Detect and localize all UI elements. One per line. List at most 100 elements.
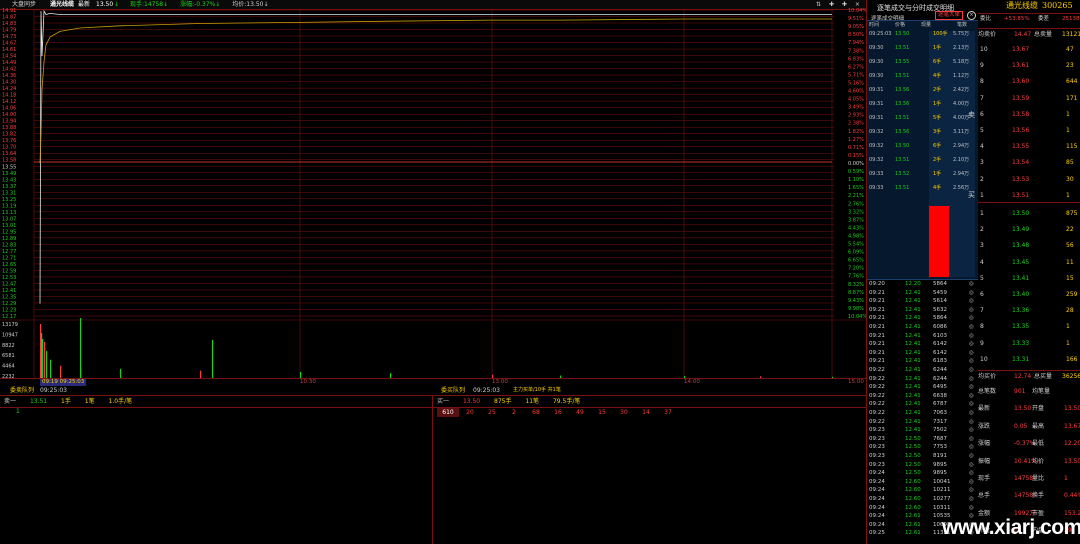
tick-rows[interactable]: 09:20 12.20 5864 ◎ 09:21 12.41 5459 ◎ 09:21 12.41… xyxy=(867,280,979,544)
tick-cell: ◎ xyxy=(969,281,974,287)
bid-level-row[interactable]: 9 13.33 1 xyxy=(978,336,1080,352)
tick-row[interactable]: 09:22 12.41 6787 ◎ xyxy=(867,400,979,408)
time-label-1400: 14:00 xyxy=(684,379,700,385)
percent-tick-label: 6.83% xyxy=(848,56,864,62)
level-cell: 644 xyxy=(1066,78,1078,86)
tick-row[interactable]: 09:22 12.41 6244 ◎ xyxy=(867,366,979,374)
tick-cell: 09:24 xyxy=(869,487,885,494)
minute-cell: 09:32 xyxy=(869,143,884,149)
tick-row[interactable]: 09:22 12.41 7317 ◎ xyxy=(867,418,979,426)
ask-level-row[interactable]: 9 13.61 23 xyxy=(978,58,1080,74)
tick-row[interactable]: 09:24 12.50 9895 ◎ xyxy=(867,469,979,477)
volume-bar xyxy=(120,368,122,378)
tick-cell: 09:22 xyxy=(869,401,885,408)
price-tick-label: 14.24 xyxy=(2,86,16,92)
ask-level-row[interactable]: 7 13.59 171 xyxy=(978,91,1080,107)
ask-level-row[interactable]: 10 13.67 47 xyxy=(978,42,1080,58)
minute-cell: 4手 xyxy=(933,73,942,79)
level-cell: 7 xyxy=(980,94,984,102)
tick-row[interactable]: 09:21 12.41 6142 ◎ xyxy=(867,340,979,348)
bid-level-row[interactable]: 1 13.50 875 xyxy=(978,206,1080,222)
big-order-badge[interactable]: 逐笔大单 xyxy=(935,11,964,20)
ask-queue-tab[interactable]: 委卖队列 xyxy=(10,386,34,395)
close-panel-icon[interactable]: × xyxy=(967,11,976,20)
bid-level-row[interactable]: 4 13.45 11 xyxy=(978,255,1080,271)
percent-tick-label: 8.87% xyxy=(848,290,864,296)
percent-tick-label: 9.43% xyxy=(848,298,864,304)
minute-cell: 2.56万 xyxy=(953,185,970,191)
ask-level-row[interactable]: 4 13.55 115 xyxy=(978,139,1080,155)
tick-row[interactable]: 09:23 12.50 9895 ◎ xyxy=(867,461,979,469)
price-tick-label: 12.41 xyxy=(2,288,16,294)
tick-cell: 5864 xyxy=(933,315,947,322)
tick-row[interactable]: 09:21 12.41 6103 ◎ xyxy=(867,332,979,340)
tick-cell: ◎ xyxy=(969,461,974,468)
stats-cell: 12.20 xyxy=(1064,440,1080,448)
bid-queue-tab[interactable]: 委买队列 xyxy=(441,386,465,395)
bid-level-row[interactable]: 8 13.35 1 xyxy=(978,319,1080,335)
tick-row[interactable]: 09:21 12.41 5459 ◎ xyxy=(867,289,979,297)
tick-row[interactable]: 09:21 12.41 5632 ◎ xyxy=(867,306,979,314)
bid-level-row[interactable]: 10 13.31 166 xyxy=(978,352,1080,368)
bid-level-row[interactable]: 2 13.49 22 xyxy=(978,222,1080,238)
avg-buy-value: 12.74 xyxy=(1014,373,1032,380)
tick-row[interactable]: 09:20 12.20 5864 ◎ xyxy=(867,280,979,288)
intraday-chart[interactable]: 14.91 14.87 14.83 14.79 14.73 14.67 14.61 14.54… xyxy=(0,0,867,394)
level-cell: 13.56 xyxy=(1012,127,1030,134)
volume-bar xyxy=(212,340,214,378)
bid-queue-cell: 610 xyxy=(437,408,459,417)
tick-cell: ◎ xyxy=(969,453,974,459)
tick-cell: 12.61 xyxy=(905,513,921,520)
price-tick-label: 13.70 xyxy=(2,145,16,151)
tick-row[interactable]: 09:21 12.41 6086 ◎ xyxy=(867,323,979,331)
level-cell: 3 xyxy=(980,242,984,250)
ask-level-row[interactable]: 6 13.58 1 xyxy=(978,107,1080,123)
col-time: 时间 xyxy=(869,22,880,28)
ask-level-row[interactable]: 5 13.56 1 xyxy=(978,123,1080,139)
bid-one-label: 买一 xyxy=(437,398,450,405)
tick-row[interactable]: 09:23 12.41 7502 ◎ xyxy=(867,426,979,434)
tick-row[interactable]: 09:24 12.60 10311 ◎ xyxy=(867,504,979,512)
bid-level-row[interactable]: 5 13.41 15 xyxy=(978,271,1080,287)
tick-row[interactable]: 09:21 12.41 6183 ◎ xyxy=(867,357,979,365)
ask-level-row[interactable]: 2 13.53 30 xyxy=(978,172,1080,188)
tick-row[interactable]: 09:24 12.60 10277 ◎ xyxy=(867,495,979,503)
minute-row: 09:30 13.51 1手 2.13万 xyxy=(869,45,977,59)
ask-level-row[interactable]: 8 13.60 644 xyxy=(978,74,1080,90)
minute-cell: 13.51 xyxy=(895,73,910,79)
tick-cell: 12.41 xyxy=(905,392,921,399)
volume-tick-label: 10947 xyxy=(2,332,18,338)
tick-row[interactable]: 09:23 12.50 7687 ◎ xyxy=(867,435,979,443)
tick-row[interactable]: 09:21 12.41 5614 ◎ xyxy=(867,297,979,305)
stats-cell: 涨幅 xyxy=(978,440,991,448)
tick-row[interactable]: 09:22 12.41 7063 ◎ xyxy=(867,409,979,417)
tick-row[interactable]: 09:23 12.50 8191 ◎ xyxy=(867,452,979,460)
tick-row[interactable]: 09:24 12.60 10041 ◎ xyxy=(867,478,979,486)
tick-row[interactable]: 09:22 12.41 6244 ◎ xyxy=(867,375,979,383)
percent-tick-label: 10.04% xyxy=(848,314,866,320)
price-tick-label: 12.65 xyxy=(2,262,16,268)
bid-level-row[interactable]: 6 13.40 259 xyxy=(978,287,1080,303)
bid-level-row[interactable]: 7 13.36 28 xyxy=(978,303,1080,319)
stats-cell: 901 xyxy=(1014,388,1026,395)
percent-tick-label: 7.76% xyxy=(848,274,864,280)
level-cell: 5 xyxy=(980,127,984,134)
tick-row[interactable]: 09:24 12.60 10211 ◎ xyxy=(867,486,979,494)
tick-cell: 5632 xyxy=(933,306,947,313)
price-tick-label: 14.91 xyxy=(2,8,16,14)
minute-cell: 2手 xyxy=(933,157,942,163)
tick-row[interactable]: 09:21 12.41 5864 ◎ xyxy=(867,314,979,322)
price-line xyxy=(39,9,832,304)
level-cell: 30 xyxy=(1066,175,1074,183)
volume-bar xyxy=(200,370,202,378)
ask-level-row[interactable]: 3 13.54 85 xyxy=(978,155,1080,171)
tick-cell: 12.41 xyxy=(905,410,921,416)
tick-row[interactable]: 09:22 12.41 6495 ◎ xyxy=(867,383,979,391)
tick-row[interactable]: 09:22 12.41 6638 ◎ xyxy=(867,392,979,400)
price-tick-label: 13.37 xyxy=(2,184,16,190)
price-tick-label: 14.49 xyxy=(2,60,16,66)
tick-row[interactable]: 09:21 12.41 6142 ◎ xyxy=(867,349,979,357)
tick-row[interactable]: 09:23 12.50 7753 ◎ xyxy=(867,443,979,451)
bid-level-row[interactable]: 3 13.48 56 xyxy=(978,238,1080,254)
minute-row: 09:32 13.50 6手 2.94万 xyxy=(869,143,977,157)
